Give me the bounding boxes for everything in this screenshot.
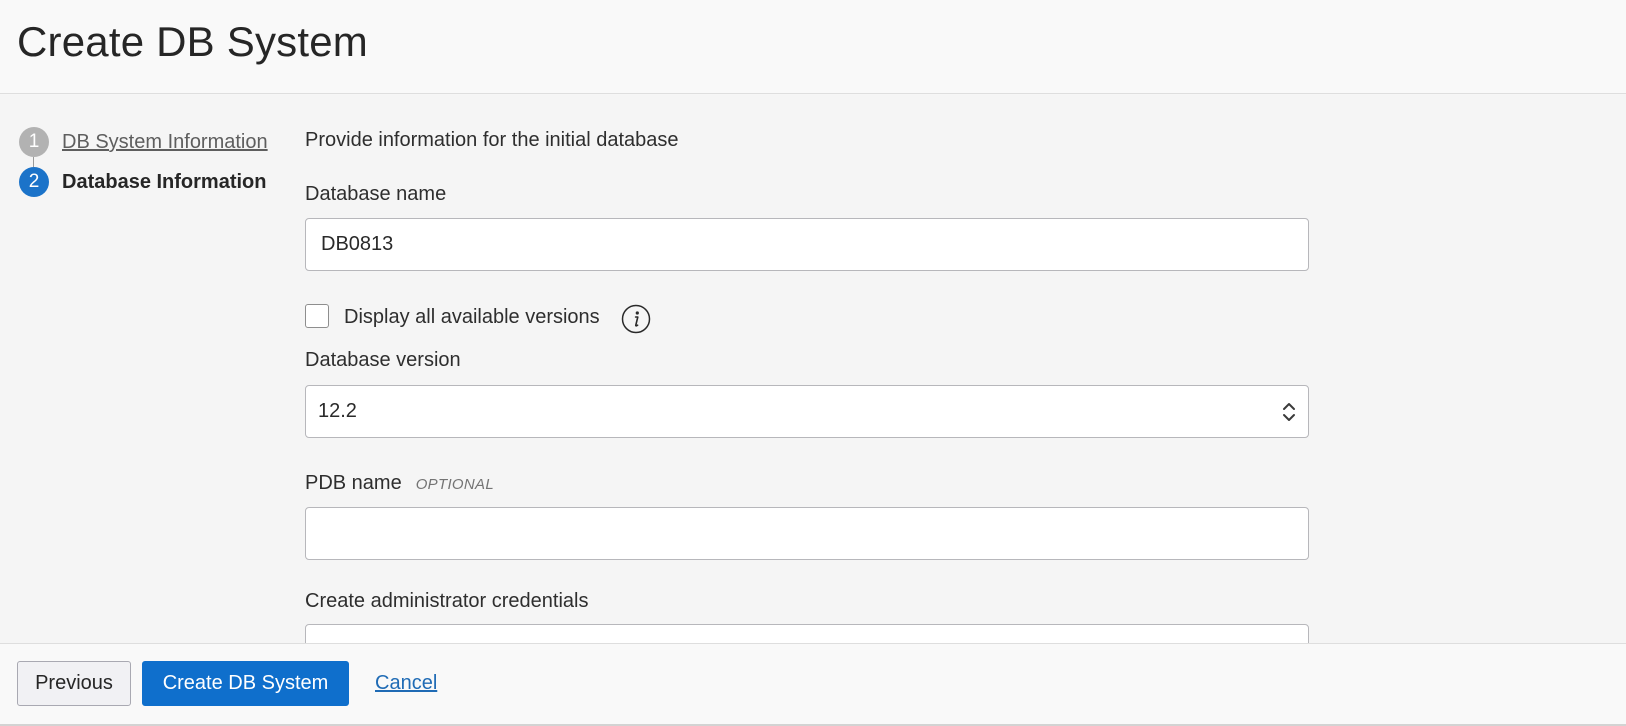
cancel-link[interactable]: Cancel (375, 672, 437, 695)
step-number-badge: 2 (19, 167, 49, 197)
previous-button[interactable]: Previous (17, 661, 131, 706)
create-db-system-button[interactable]: Create DB System (142, 661, 349, 706)
pdb-name-input[interactable] (305, 507, 1309, 560)
step-label[interactable]: DB System Information (62, 131, 268, 154)
info-icon[interactable] (621, 304, 651, 334)
display-versions-label[interactable]: Display all available versions (344, 306, 600, 329)
pdb-name-label-text: PDB name (305, 472, 402, 494)
page-title: Create DB System (17, 18, 368, 65)
database-name-input[interactable] (305, 218, 1309, 271)
optional-tag: OPTIONAL (415, 476, 494, 493)
step-label: Database Information (62, 171, 267, 193)
wizard-content: 1 DB System Information 2 Database Infor… (0, 95, 1626, 643)
page-header: Create DB System (0, 0, 1626, 94)
display-versions-checkbox[interactable] (305, 304, 329, 328)
database-version-select[interactable]: 12.2 (305, 385, 1309, 438)
database-version-label: Database version (305, 349, 461, 371)
database-name-label: Database name (305, 183, 447, 205)
admin-credentials-label: Create administrator credentials (305, 590, 589, 612)
database-version-value: 12.2 (318, 400, 357, 422)
pdb-name-label: PDB name OPTIONAL (305, 472, 494, 495)
form-intro: Provide information for the initial data… (305, 129, 679, 151)
database-information-form: Provide information for the initial data… (305, 95, 1310, 643)
wizard-footer: Previous Create DB System Cancel (0, 643, 1626, 726)
chevron-up-down-icon (1283, 403, 1295, 421)
step-number-badge: 1 (19, 127, 49, 157)
admin-username-input[interactable] (305, 624, 1309, 643)
step-connector (33, 157, 34, 167)
